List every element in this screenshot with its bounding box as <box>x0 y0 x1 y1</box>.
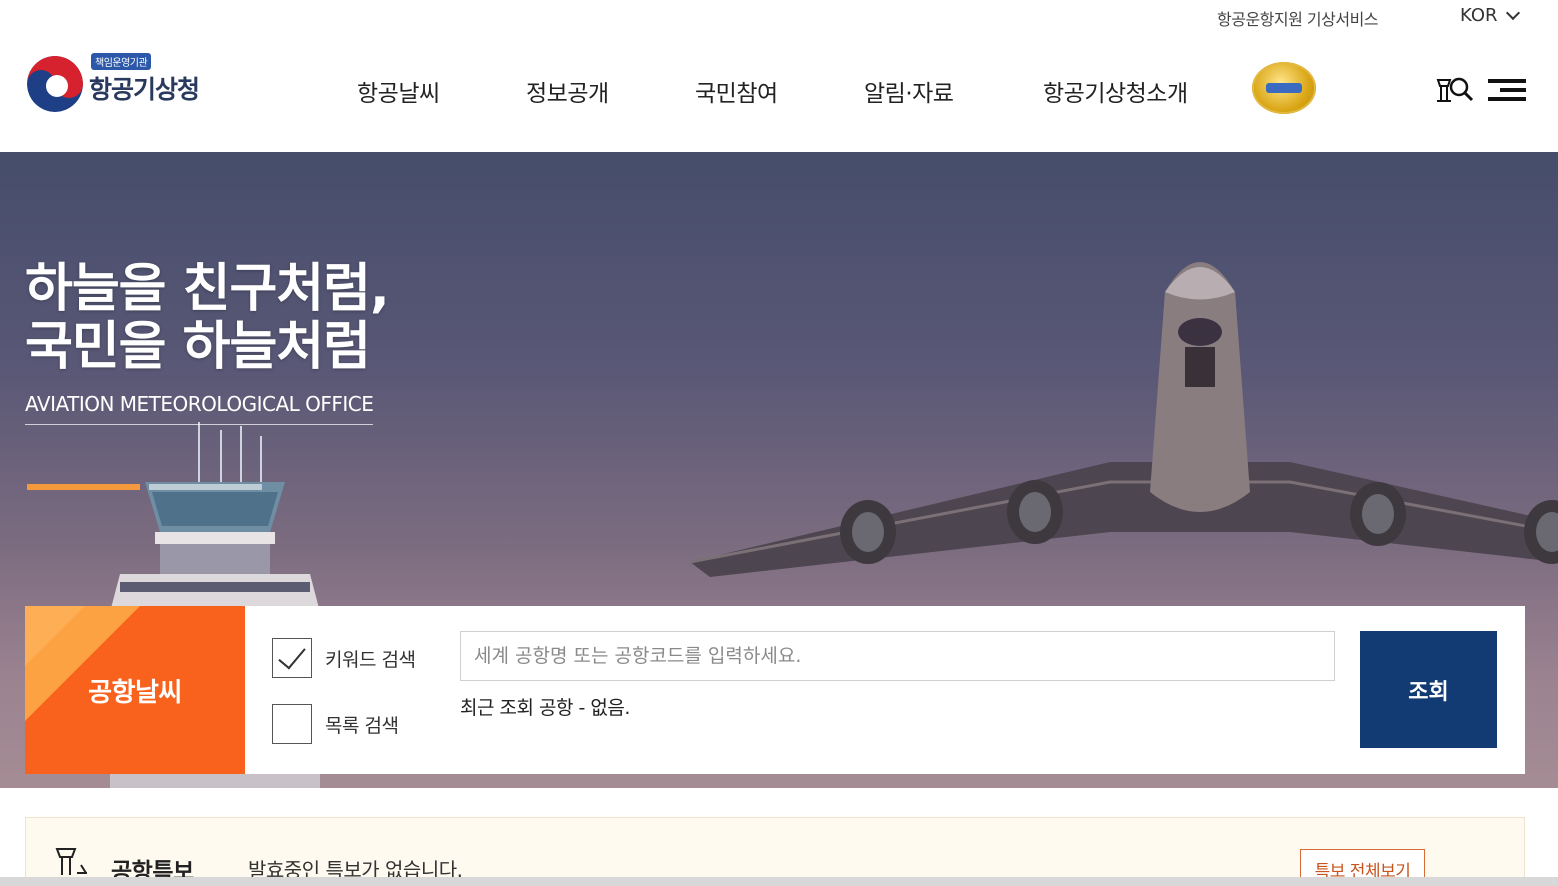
hero-subtitle: AVIATION METEOROLOGICAL OFFICE <box>25 392 374 425</box>
nav-item-public-participation[interactable]: 국민참여 <box>695 74 778 108</box>
airplane-image <box>690 262 1558 577</box>
slide-indicator-1[interactable] <box>27 484 140 490</box>
utility-bar: 항공운항지원 기상서비스 KOR <box>0 0 1558 36</box>
search-button[interactable]: 조회 <box>1360 631 1497 748</box>
site-header: 책임운영기관 항공기상청 항공날씨 정보공개 국민참여 알림·자료 항공기상청소… <box>0 36 1558 152</box>
horizontal-scrollbar[interactable] <box>0 877 1558 886</box>
language-selector[interactable]: KOR <box>1460 5 1520 26</box>
airport-search-icon[interactable] <box>1434 74 1474 106</box>
hero-title: 하늘을 친구처럼, 국민을 하늘처럼 <box>25 259 390 377</box>
slide-indicator-2[interactable] <box>149 484 262 490</box>
hero-banner: 하늘을 친구처럼, 국민을 하늘처럼 AVIATION METEOROLOGIC… <box>0 152 1558 788</box>
keyword-search-option[interactable]: 키워드 검색 <box>272 638 416 678</box>
airport-weather-search: 공항날씨 키워드 검색 목록 검색 최근 조회 공항 - 없음. 조회 <box>25 606 1525 774</box>
airport-weather-label: 공항날씨 <box>25 606 245 774</box>
hamburger-menu-icon[interactable] <box>1488 79 1526 101</box>
language-label: KOR <box>1460 5 1498 26</box>
keyword-search-checkbox[interactable] <box>272 638 312 678</box>
nav-item-news-resources[interactable]: 알림·자료 <box>864 74 954 108</box>
taegeuk-logo-icon <box>27 56 83 112</box>
chevron-down-icon <box>1505 5 1520 21</box>
list-search-checkbox[interactable] <box>272 704 312 744</box>
airport-warning-notice: 공항특보 발효중인 특보가 없습니다. 특보 전체보기 <box>25 817 1525 886</box>
tower-warning-icon <box>53 843 89 879</box>
site-logo[interactable]: 책임운영기관 항공기상청 <box>27 53 219 112</box>
airport-search-input[interactable] <box>460 631 1335 681</box>
recent-airports: 최근 조회 공항 - 없음. <box>460 697 630 719</box>
logo-name: 항공기상청 <box>89 75 200 104</box>
certification-seal-icon[interactable] <box>1252 62 1316 114</box>
service-link[interactable]: 항공운항지원 기상서비스 <box>1217 6 1379 30</box>
slide-indicator <box>27 484 262 490</box>
list-search-option[interactable]: 목록 검색 <box>272 704 399 744</box>
nav-item-aviation-weather[interactable]: 항공날씨 <box>357 74 440 108</box>
logo-badge: 책임운영기관 <box>91 53 152 70</box>
nav-item-information-disclosure[interactable]: 정보공개 <box>526 74 609 108</box>
nav-item-about[interactable]: 항공기상청소개 <box>1043 74 1188 108</box>
